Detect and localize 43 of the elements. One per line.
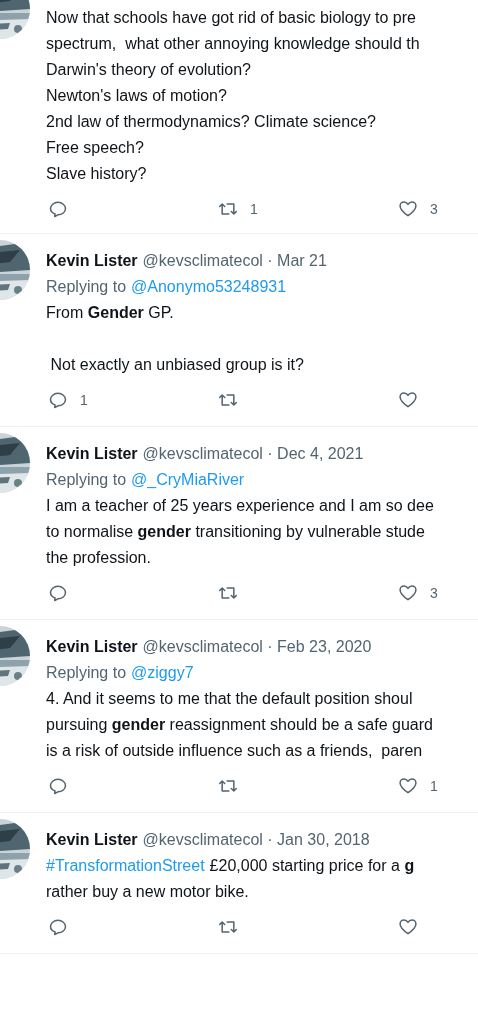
tweet-text-line: pursuing gender reassignment should be a safe guard — [46, 715, 433, 735]
heart-icon[interactable] — [398, 583, 418, 603]
tweet-text-line: Now that schools have got rid of basic biology to pre — [46, 8, 416, 28]
tweet-text-line: 2nd law of thermodynamics? Climate science? — [46, 112, 376, 132]
tweet-text-line: Darwin's theory of evolution? — [46, 60, 251, 80]
heart-icon[interactable] — [398, 199, 418, 219]
tweet-text-line: 4. And it seems to me that the default position shoul — [46, 689, 413, 709]
tweet-text-line: Free speech? — [46, 138, 144, 158]
count: 1 — [430, 777, 438, 796]
tweet-meta: @kevsclimatecol · Mar 21 — [142, 251, 327, 271]
replying-label: Replying to — [46, 277, 127, 297]
author-name[interactable]: Kevin Lister — [46, 248, 138, 274]
tweet-text-line: spectrum, what other annoying knowledge should th — [46, 34, 420, 54]
reply-icon[interactable] — [48, 199, 68, 219]
heart-icon[interactable] — [398, 390, 418, 410]
heart-icon[interactable] — [398, 776, 418, 796]
count: 1 — [80, 391, 88, 410]
tweet-meta: @kevsclimatecol · Jan 30, 2018 — [142, 830, 370, 850]
tweet-text-line: to normalise gender transitioning by vulnerable stude — [46, 522, 425, 542]
author-name[interactable]: Kevin Lister — [46, 634, 138, 660]
tweet-text-line: £20,000 starting price for a g — [209, 856, 415, 876]
count: 3 — [430, 584, 438, 603]
tweet-meta: @kevsclimatecol · Feb 23, 2020 — [142, 637, 372, 657]
replying-label: Replying to — [46, 663, 127, 683]
tweet-text-line: I am a teacher of 25 years experience and I am so dee — [46, 496, 434, 516]
count: 3 — [430, 200, 438, 219]
tweet-text-line: rather buy a new motor bike. — [46, 882, 249, 902]
count: 1 — [250, 200, 258, 219]
tweet-text-line: Newton's laws of motion? — [46, 86, 227, 106]
reply-icon[interactable] — [48, 583, 68, 603]
author-name[interactable]: Kevin Lister — [46, 441, 138, 467]
tweet-meta: @kevsclimatecol · Dec 4, 2021 — [142, 444, 364, 464]
heart-icon[interactable] — [398, 917, 418, 937]
author-name[interactable]: Kevin Lister — [46, 827, 138, 853]
replying-label: Replying to — [46, 470, 127, 490]
tweet-text-line: Not exactly an unbiased group is it? — [49, 355, 304, 375]
tweet-text-line: is a risk of outside influence such as a friends, paren — [46, 741, 423, 761]
tweet-text-line: Slave history? — [46, 164, 147, 184]
reply-icon[interactable] — [48, 390, 68, 410]
reply-icon[interactable] — [48, 776, 68, 796]
tweet-text-line: the profession. — [46, 548, 151, 568]
tweet-text-line: From Gender GP. — [46, 303, 174, 323]
reply-icon[interactable] — [48, 917, 68, 937]
